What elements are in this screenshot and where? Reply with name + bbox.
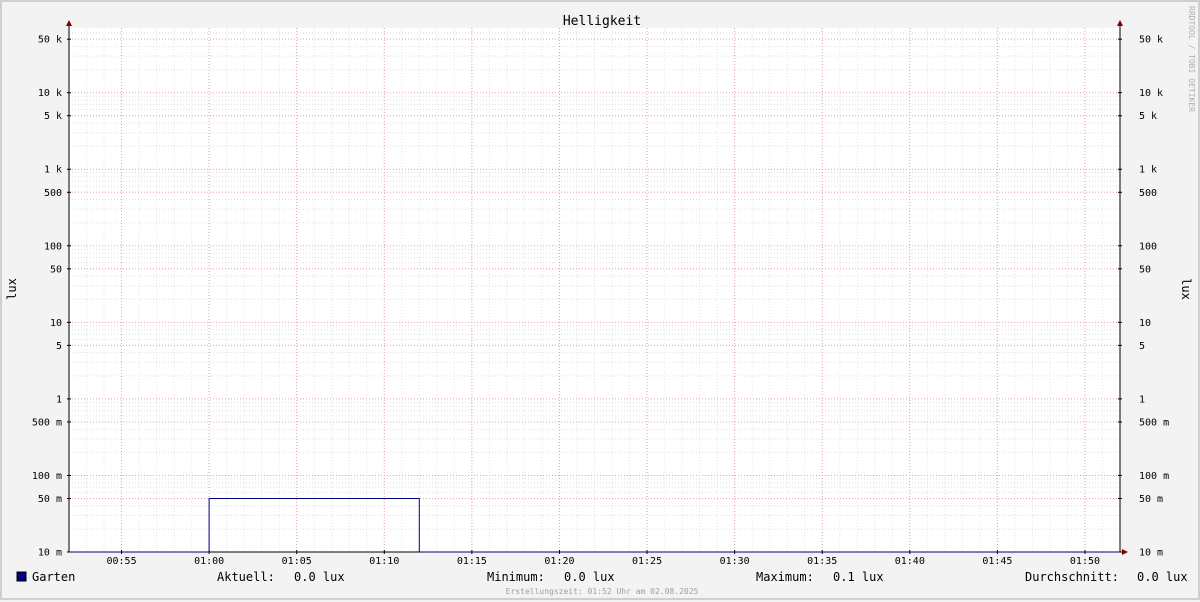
- chart-title: Helligkeit: [563, 14, 641, 29]
- x-tick-label: 00:55: [106, 556, 136, 567]
- x-tick-label: 01:15: [457, 556, 487, 567]
- y-tick-label-left: 100: [44, 241, 62, 252]
- y-tick-label-right: 50 m: [1139, 494, 1163, 505]
- y-tick-label-left: 10 m: [38, 548, 62, 559]
- y-tick-label-right: 100: [1139, 241, 1157, 252]
- chart-frame: 10 m 10 m 50 m 50 m 100 m 100 m 500 m 500 m 1 1 5 5…: [0, 0, 1200, 600]
- legend-swatch-garten: [16, 571, 27, 582]
- x-tick-label: 01:20: [544, 556, 574, 567]
- y-axis-label-left: lux: [5, 278, 19, 300]
- legend-entry-garten: Garten: [32, 570, 75, 584]
- y-tick-label-left: 1 k: [44, 165, 62, 176]
- y-tick-label-left: 5: [56, 341, 62, 352]
- y-tick-label-right: 10 m: [1139, 548, 1163, 559]
- y-tick-label-left: 10 k: [38, 88, 62, 99]
- x-tick-label: 01:50: [1070, 556, 1100, 567]
- x-tick-label: 01:45: [982, 556, 1012, 567]
- y-tick-label-right: 10 k: [1139, 88, 1163, 99]
- y-tick-label-left: 100 m: [32, 471, 62, 482]
- y-tick-label-left: 50 k: [38, 35, 62, 46]
- stat-current-value: 0.0 lux: [294, 570, 345, 584]
- y-tick-label-left: 10: [50, 318, 62, 329]
- stat-minimum-value: 0.0 lux: [564, 570, 615, 584]
- stat-maximum-label: Maximum:: [756, 570, 814, 584]
- y-tick-label-right: 10: [1139, 318, 1151, 329]
- stat-current-label: Aktuell:: [217, 570, 275, 584]
- x-tick-label: 01:00: [194, 556, 224, 567]
- x-tick-label: 01:05: [282, 556, 312, 567]
- watermark: RRDTOOL / TOBI OETIKER: [1187, 6, 1196, 112]
- y-tick-label-left: 50 m: [38, 494, 62, 505]
- y-tick-label-left: 500 m: [32, 417, 62, 428]
- x-axis-arrow: [1122, 549, 1128, 555]
- y-tick-label-right: 1: [1139, 394, 1145, 405]
- x-tick-label: 01:25: [632, 556, 662, 567]
- y-tick-label-right: 500: [1139, 188, 1157, 199]
- y-tick-label-right: 500 m: [1139, 417, 1169, 428]
- y-tick-label-right: 5 k: [1139, 111, 1157, 122]
- y-tick-label-left: 50: [50, 264, 62, 275]
- y-axis-arrow-right: [1117, 20, 1123, 26]
- brightness-chart: 10 m 10 m 50 m 50 m 100 m 100 m 500 m 500 m 1 1 5 5…: [5, 6, 1196, 596]
- y-tick-label-left: 5 k: [44, 111, 62, 122]
- stat-maximum-value: 0.1 lux: [833, 570, 884, 584]
- y-tick-label-right: 100 m: [1139, 471, 1169, 482]
- y-tick-label-right: 50: [1139, 264, 1151, 275]
- y-axis-arrow-left: [66, 20, 72, 26]
- x-tick-label: 01:30: [720, 556, 750, 567]
- stat-average-value: 0.0 lux: [1137, 570, 1188, 584]
- y-axis-label-right: lux: [1179, 278, 1193, 300]
- x-tick-label: 01:10: [369, 556, 399, 567]
- y-tick-label-left: 1: [56, 394, 62, 405]
- x-tick-label: 01:40: [895, 556, 925, 567]
- creation-time-footer: Erstellungszeit: 01:52 Uhr am 02.08.2025: [506, 587, 699, 596]
- stat-average-label: Durchschnitt:: [1025, 570, 1119, 584]
- y-tick-label-left: 500: [44, 188, 62, 199]
- y-tick-label-right: 1 k: [1139, 165, 1157, 176]
- x-tick-label: 01:35: [807, 556, 837, 567]
- y-tick-label-right: 50 k: [1139, 35, 1163, 46]
- stat-minimum-label: Minimum:: [487, 570, 545, 584]
- y-tick-label-right: 5: [1139, 341, 1145, 352]
